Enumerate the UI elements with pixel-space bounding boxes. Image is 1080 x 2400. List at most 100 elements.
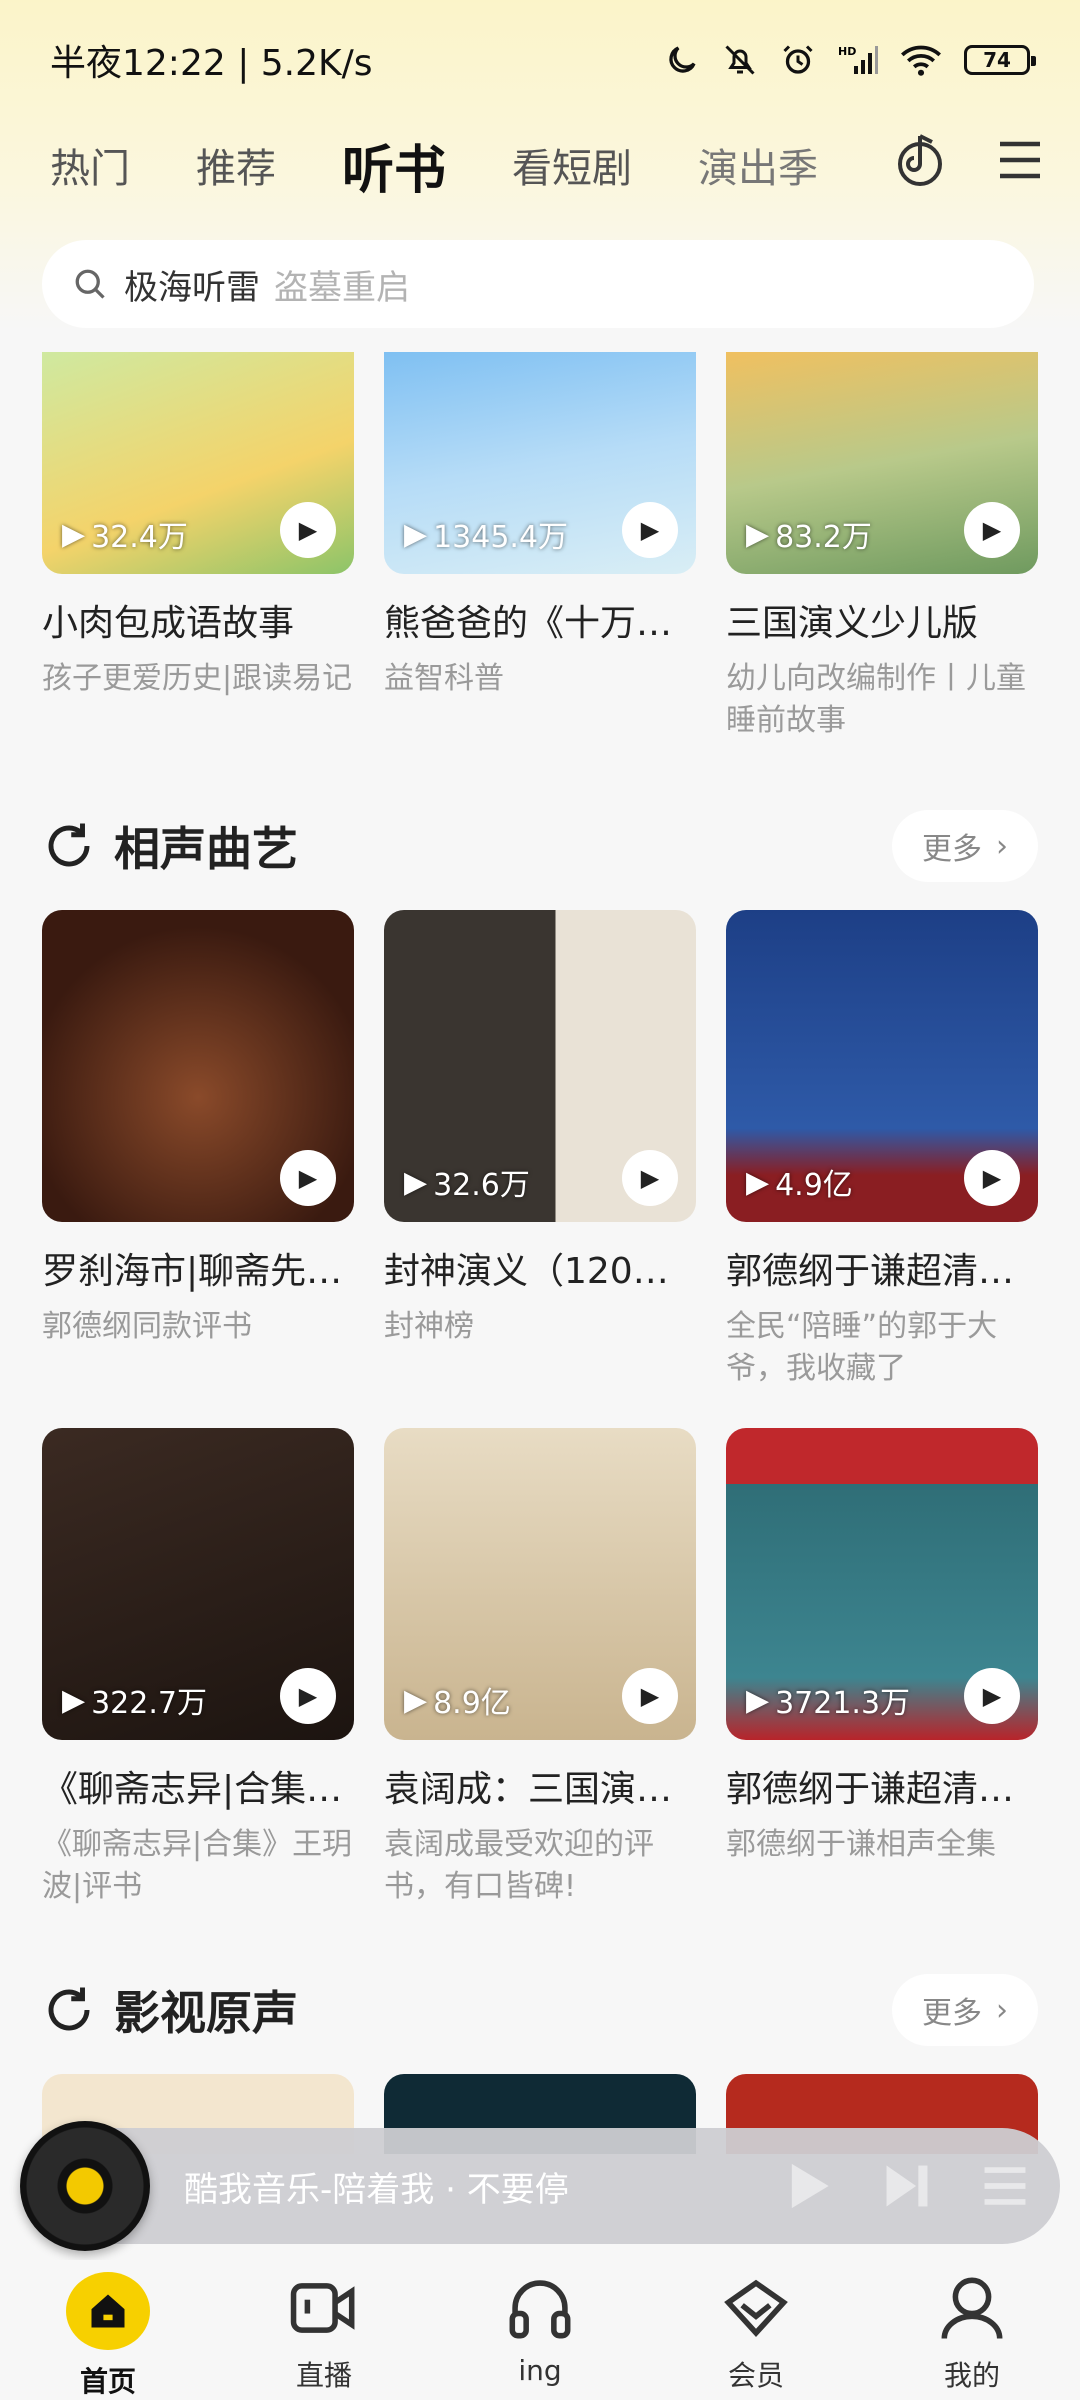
tab-performance[interactable]: 演出季 bbox=[698, 136, 818, 194]
play-count-icon: ▶ bbox=[404, 516, 428, 552]
play-button[interactable]: ▶ bbox=[964, 1150, 1020, 1206]
mute-bell-icon bbox=[725, 45, 755, 75]
play-count-icon: ▶ bbox=[62, 516, 86, 552]
item-subtitle: 益智科普 bbox=[384, 661, 504, 696]
list-item[interactable]: ▶ 3721.3万 ▶ 郭德纲于谦超清… 郭德纲于谦相声全集 bbox=[726, 1428, 1038, 1908]
item-title: 《聊斋志异|合集… bbox=[42, 1769, 343, 1810]
refresh-icon[interactable] bbox=[42, 1983, 96, 2037]
play-count-icon: ▶ bbox=[746, 1164, 770, 1200]
list-item[interactable]: ▶ 32.4万 ▶ 小肉包成语故事 孩子更爱历史|跟读易记 bbox=[42, 352, 354, 742]
play-icon: ▶ bbox=[640, 1682, 660, 1710]
play-icon: ▶ bbox=[640, 516, 660, 544]
cover-image: ▶ 83.2万 ▶ bbox=[726, 352, 1038, 574]
status-bar: 半夜12:22 | 5.2K/s HD 74 bbox=[0, 0, 1080, 120]
play-button[interactable]: ▶ bbox=[622, 502, 678, 558]
play-count-icon: ▶ bbox=[404, 1164, 428, 1200]
play-count-icon: ▶ bbox=[62, 1682, 86, 1718]
play-icon[interactable] bbox=[784, 2159, 834, 2213]
next-track-icon[interactable] bbox=[882, 2159, 932, 2213]
item-subtitle: 《聊斋志异|合集》王玥波|评书 bbox=[42, 1827, 353, 1904]
nav-vip[interactable]: 会员 bbox=[648, 2260, 864, 2400]
play-icon: ▶ bbox=[298, 1164, 318, 1192]
list-item[interactable]: ▶ 8.9亿 ▶ 袁阔成：三国演… 袁阔成最受欢迎的评书，有口皆碑! bbox=[384, 1428, 696, 1908]
chevron-right-icon: › bbox=[996, 828, 1008, 864]
section-title: 影视原声 bbox=[114, 1986, 298, 2040]
nav-live[interactable]: 直播 bbox=[216, 2260, 432, 2400]
play-button[interactable]: ▶ bbox=[280, 1150, 336, 1206]
refresh-icon[interactable] bbox=[42, 819, 96, 873]
playlist-icon[interactable] bbox=[980, 2161, 1030, 2211]
play-button[interactable]: ▶ bbox=[964, 502, 1020, 558]
music-recognition-icon[interactable] bbox=[896, 130, 948, 190]
section-header-crosstalk: 相声曲艺 更多 › bbox=[42, 806, 1038, 886]
tab-hot[interactable]: 热门 bbox=[50, 136, 130, 194]
tab-short-drama[interactable]: 看短剧 bbox=[512, 136, 632, 194]
crosstalk-row-1: ▶ 罗刹海市|聊斋先… 郭德纲同款评书 ▶ 32.6万 ▶ 封神演义（120… 封… bbox=[42, 910, 1038, 1390]
section-header-soundtrack: 影视原声 更多 › bbox=[42, 1970, 1038, 2050]
nav-ing[interactable]: ing bbox=[432, 2260, 648, 2400]
play-button[interactable]: ▶ bbox=[622, 1668, 678, 1724]
play-icon: ▶ bbox=[982, 1682, 1002, 1710]
more-button[interactable]: 更多 › bbox=[892, 1974, 1038, 2046]
section-title: 相声曲艺 bbox=[114, 822, 298, 876]
list-item[interactable]: ▶ 83.2万 ▶ 三国演义少儿版 幼儿向改编制作丨儿童睡前故事 bbox=[726, 352, 1038, 742]
play-icon: ▶ bbox=[298, 1682, 318, 1710]
nav-home[interactable]: 首页 bbox=[0, 2260, 216, 2400]
item-title: 封神演义（120… bbox=[384, 1251, 669, 1292]
list-item[interactable]: ▶ 1345.4万 ▶ 熊爸爸的《十万… 益智科普 bbox=[384, 352, 696, 742]
list-item[interactable]: ▶ 罗刹海市|聊斋先… 郭德纲同款评书 bbox=[42, 910, 354, 1390]
album-disc-icon[interactable] bbox=[20, 2121, 150, 2251]
item-title: 小肉包成语故事 bbox=[42, 603, 295, 644]
play-icon: ▶ bbox=[640, 1164, 660, 1192]
cover-image: ▶ 32.6万 ▶ bbox=[384, 910, 696, 1222]
play-button[interactable]: ▶ bbox=[622, 1150, 678, 1206]
list-item[interactable]: ▶ 322.7万 ▶ 《聊斋志异|合集… 《聊斋志异|合集》王玥波|评书 bbox=[42, 1428, 354, 1908]
item-title: 郭德纲于谦超清… bbox=[726, 1769, 1015, 1810]
cover-image: ▶ 32.4万 ▶ bbox=[42, 352, 354, 574]
wifi-icon bbox=[901, 45, 941, 76]
list-item[interactable]: ▶ 32.6万 ▶ 封神演义（120… 封神榜 bbox=[384, 910, 696, 1390]
user-icon bbox=[941, 2277, 1003, 2339]
tab-recommend[interactable]: 推荐 bbox=[196, 136, 276, 194]
crosstalk-row-2: ▶ 322.7万 ▶ 《聊斋志异|合集… 《聊斋志异|合集》王玥波|评书 ▶ 8.9… bbox=[42, 1428, 1038, 1908]
play-count-icon: ▶ bbox=[746, 516, 770, 552]
moon-icon bbox=[669, 46, 696, 73]
item-title: 郭德纲于谦超清… bbox=[726, 1251, 1015, 1292]
item-subtitle: 幼儿向改编制作丨儿童睡前故事 bbox=[726, 661, 1026, 738]
search-input[interactable]: 极海听雷 盗墓重启 bbox=[42, 240, 1034, 328]
item-title: 三国演义少儿版 bbox=[726, 603, 979, 644]
search-hint: 盗墓重启 bbox=[274, 267, 410, 308]
play-icon: ▶ bbox=[982, 1164, 1002, 1192]
play-icon: ▶ bbox=[982, 516, 1002, 544]
bottom-navigation: 首页 直播 ing 会员 我的 bbox=[0, 2260, 1080, 2400]
signal-icon: HD bbox=[838, 45, 878, 74]
item-subtitle: 孩子更爱历史|跟读易记 bbox=[42, 661, 353, 696]
svg-text:HD: HD bbox=[838, 45, 856, 58]
play-count-icon: ▶ bbox=[746, 1682, 770, 1718]
home-icon bbox=[66, 2272, 150, 2350]
battery-indicator: 74 bbox=[964, 45, 1036, 75]
mini-player[interactable]: 酷我音乐-陪着我 · 不要停 bbox=[20, 2121, 1060, 2251]
item-subtitle: 全民“陪睡”的郭于大爷，我收藏了 bbox=[726, 1309, 998, 1386]
menu-icon[interactable] bbox=[996, 138, 1044, 182]
item-subtitle: 郭德纲于谦相声全集 bbox=[726, 1827, 996, 1862]
nav-me[interactable]: 我的 bbox=[864, 2260, 1080, 2400]
play-button[interactable]: ▶ bbox=[280, 502, 336, 558]
cover-image: ▶ 3721.3万 ▶ bbox=[726, 1428, 1038, 1740]
play-button[interactable]: ▶ bbox=[964, 1668, 1020, 1724]
cover-image: ▶ 1345.4万 ▶ bbox=[384, 352, 696, 574]
play-button[interactable]: ▶ bbox=[280, 1668, 336, 1724]
chevron-right-icon: › bbox=[996, 1992, 1008, 2028]
item-title: 熊爸爸的《十万… bbox=[384, 603, 673, 644]
cover-image: ▶ 322.7万 ▶ bbox=[42, 1428, 354, 1740]
now-playing-title: 酷我音乐-陪着我 · 不要停 bbox=[184, 2169, 569, 2210]
play-icon: ▶ bbox=[298, 516, 318, 544]
search-query: 极海听雷 bbox=[124, 267, 260, 308]
more-button[interactable]: 更多 › bbox=[892, 810, 1038, 882]
status-time: 半夜12:22 | 5.2K/s bbox=[50, 43, 373, 84]
alarm-icon bbox=[783, 45, 813, 74]
list-item[interactable]: ▶ 4.9亿 ▶ 郭德纲于谦超清… 全民“陪睡”的郭于大爷，我收藏了 bbox=[726, 910, 1038, 1390]
item-subtitle: 郭德纲同款评书 bbox=[42, 1309, 252, 1344]
kids-row: ▶ 32.4万 ▶ 小肉包成语故事 孩子更爱历史|跟读易记 ▶ 1345.4万 ▶ … bbox=[42, 352, 1038, 742]
tab-audiobook[interactable]: 听书 bbox=[337, 128, 451, 203]
